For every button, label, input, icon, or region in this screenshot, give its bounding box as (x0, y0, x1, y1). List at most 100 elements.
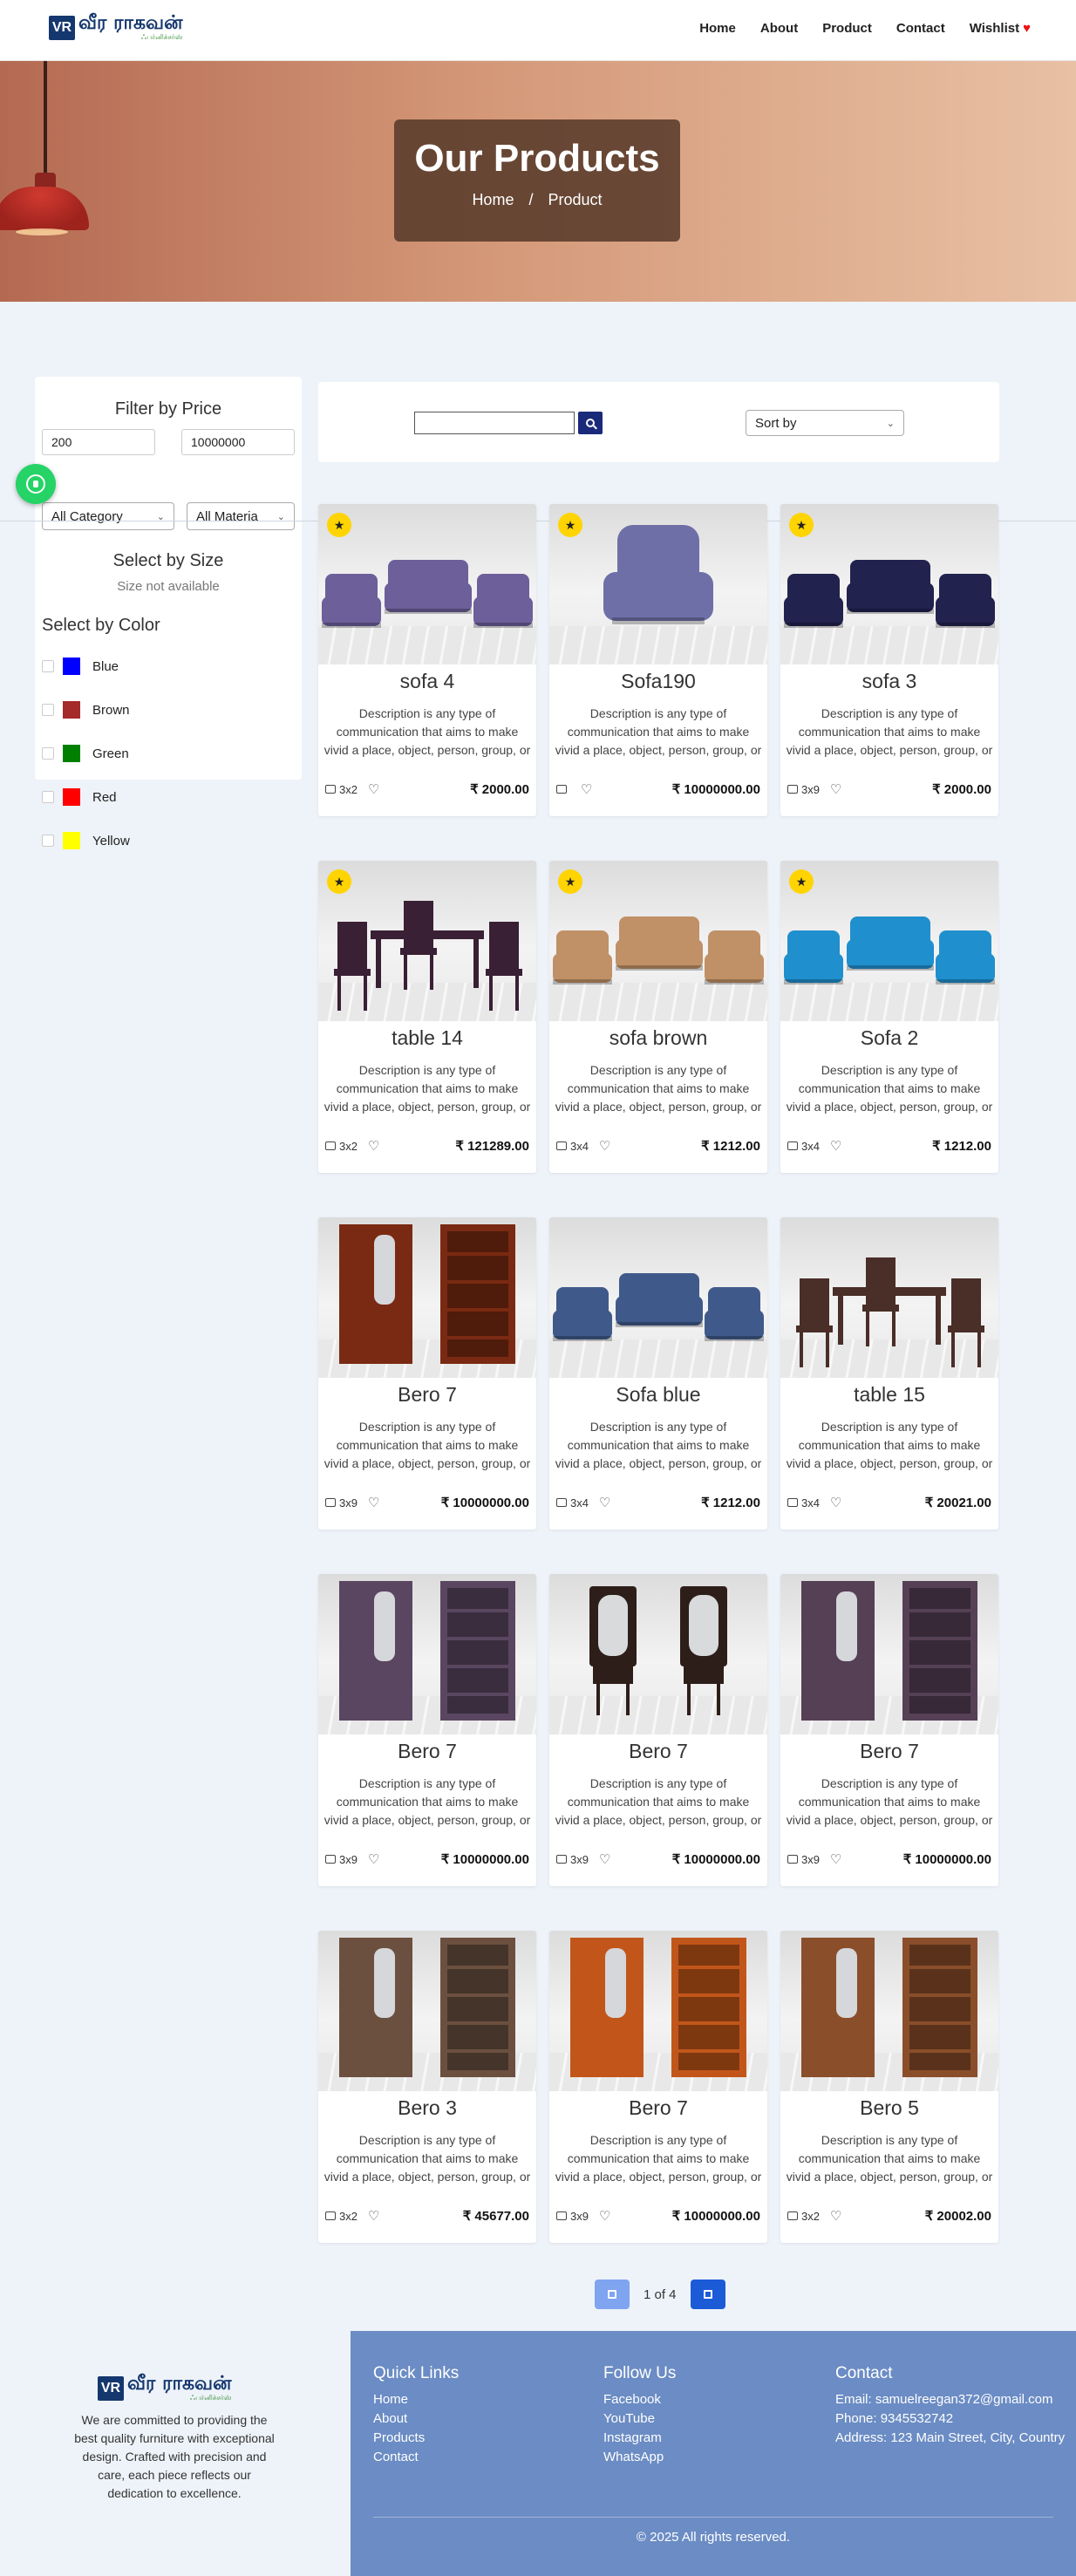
prev-page-button[interactable] (595, 2280, 630, 2309)
sort-select[interactable]: Sort by ⌄ (746, 410, 904, 436)
wishlist-heart-icon[interactable]: ♡ (368, 2208, 379, 2224)
wishlist-heart-icon[interactable]: ♡ (599, 1495, 610, 1510)
footer-link-products[interactable]: Products (373, 2429, 459, 2448)
product-card[interactable]: ★ table 14 Description is any type of comm… (318, 861, 536, 1173)
footer-link-home[interactable]: Home (373, 2390, 459, 2409)
color-checkbox[interactable] (42, 835, 54, 847)
wishlist-heart-icon[interactable]: ♡ (581, 781, 592, 797)
wishlist-heart-icon[interactable]: ♡ (830, 781, 841, 797)
page-title: Our Products (414, 137, 660, 180)
product-name[interactable]: sofa 4 (318, 670, 536, 696)
product-image[interactable] (318, 1931, 536, 2091)
product-image[interactable]: ★ (549, 504, 767, 664)
footer-link-whatsapp[interactable]: WhatsApp (603, 2448, 676, 2467)
color-checkbox[interactable] (42, 747, 54, 760)
product-name[interactable]: Sofa190 (549, 670, 767, 696)
product-name[interactable]: Sofa 2 (780, 1026, 998, 1053)
product-name[interactable]: Bero 7 (780, 1740, 998, 1766)
price-min-input[interactable] (42, 429, 155, 455)
footer-link-instagram[interactable]: Instagram (603, 2429, 676, 2448)
product-image[interactable]: ★ (780, 504, 998, 664)
product-image[interactable] (318, 1574, 536, 1734)
wishlist-heart-icon[interactable]: ♡ (830, 1138, 841, 1154)
nav-product[interactable]: Product (822, 21, 872, 36)
category-select[interactable]: All Category ⌄ (42, 502, 174, 530)
product-name[interactable]: Bero 7 (549, 1740, 767, 1766)
footer-logo[interactable]: VR வீர ராகவன் ஃபர்னிச்சர்ஸ் (98, 2375, 231, 2402)
search-input[interactable] (414, 412, 575, 434)
color-option-red[interactable]: Red (42, 787, 176, 808)
product-image[interactable]: ★ (318, 504, 536, 664)
wishlist-heart-icon[interactable]: ♡ (368, 1495, 379, 1510)
footer-link-about[interactable]: About (373, 2409, 459, 2429)
product-image[interactable]: ★ (780, 861, 998, 1021)
product-image[interactable] (780, 1931, 998, 2091)
footer-link-youtube[interactable]: YouTube (603, 2409, 676, 2429)
nav-wishlist[interactable]: Wishlist ♥ (970, 21, 1031, 36)
color-option-brown[interactable]: Brown (42, 699, 176, 720)
product-card[interactable]: Bero 7 Description is any type of communi… (318, 1574, 536, 1886)
product-image[interactable]: ★ (549, 861, 767, 1021)
material-select[interactable]: All Materia ⌄ (187, 502, 295, 530)
product-image[interactable] (780, 1574, 998, 1734)
product-card[interactable]: Sofa blue Description is any type of comm… (549, 1217, 767, 1530)
price-max-input[interactable] (181, 429, 295, 455)
wishlist-heart-icon[interactable]: ♡ (830, 2208, 841, 2224)
product-name[interactable]: Bero 3 (318, 2096, 536, 2123)
product-price: ₹ 1212.00 (701, 1496, 760, 1510)
product-card[interactable]: Bero 5 Description is any type of communi… (780, 1931, 998, 2243)
search-button[interactable] (578, 412, 603, 434)
nav-about[interactable]: About (760, 21, 798, 36)
wishlist-heart-icon[interactable]: ♡ (368, 781, 379, 797)
color-option-blue[interactable]: Blue (42, 656, 176, 677)
breadcrumb-home[interactable]: Home (472, 191, 514, 208)
wishlist-heart-icon[interactable]: ♡ (830, 1495, 841, 1510)
product-card[interactable]: table 15 Description is any type of commu… (780, 1217, 998, 1530)
color-option-yellow[interactable]: Yellow (42, 830, 176, 851)
nav-contact[interactable]: Contact (896, 21, 945, 36)
product-price: ₹ 2000.00 (470, 782, 529, 797)
product-card[interactable]: Bero 7 Description is any type of communi… (780, 1574, 998, 1886)
whatsapp-button[interactable] (16, 464, 56, 504)
nav-home[interactable]: Home (699, 21, 736, 36)
product-name[interactable]: table 14 (318, 1026, 536, 1053)
product-name[interactable]: sofa 3 (780, 670, 998, 696)
product-card[interactable]: Bero 7 Description is any type of communi… (549, 1574, 767, 1886)
color-checkbox[interactable] (42, 660, 54, 672)
product-name[interactable]: table 15 (780, 1383, 998, 1409)
product-meta: 3x4 ♡ ₹ 1212.00 (556, 1138, 760, 1154)
product-card[interactable]: ★ Sofa 2 Description is any type of commun… (780, 861, 998, 1173)
footer-link-facebook[interactable]: Facebook (603, 2390, 676, 2409)
product-image[interactable] (549, 1931, 767, 2091)
color-option-green[interactable]: Green (42, 743, 176, 764)
wishlist-heart-icon[interactable]: ♡ (599, 1851, 610, 1867)
product-image[interactable] (549, 1217, 767, 1378)
product-name[interactable]: Bero 7 (318, 1740, 536, 1766)
product-image[interactable]: ★ (318, 861, 536, 1021)
product-image[interactable] (549, 1574, 767, 1734)
product-image[interactable] (318, 1217, 536, 1378)
product-name[interactable]: Sofa blue (549, 1383, 767, 1409)
wishlist-heart-icon[interactable]: ♡ (830, 1851, 841, 1867)
color-checkbox[interactable] (42, 791, 54, 803)
product-card[interactable]: ★ sofa 4 Description is any type of commun… (318, 504, 536, 816)
product-card[interactable]: ★ sofa 3 Description is any type of commun… (780, 504, 998, 816)
product-card[interactable]: Bero 7 Description is any type of communi… (549, 1931, 767, 2243)
next-page-button[interactable] (690, 2280, 725, 2309)
product-image[interactable] (780, 1217, 998, 1378)
product-card[interactable]: Bero 3 Description is any type of communi… (318, 1931, 536, 2243)
wishlist-heart-icon[interactable]: ♡ (368, 1138, 379, 1154)
wishlist-heart-icon[interactable]: ♡ (599, 2208, 610, 2224)
product-card[interactable]: Bero 7 Description is any type of communi… (318, 1217, 536, 1530)
product-card[interactable]: ★ sofa brown Description is any type of co… (549, 861, 767, 1173)
product-name[interactable]: Bero 5 (780, 2096, 998, 2123)
color-checkbox[interactable] (42, 704, 54, 716)
wishlist-heart-icon[interactable]: ♡ (599, 1138, 610, 1154)
product-name[interactable]: Bero 7 (318, 1383, 536, 1409)
wishlist-heart-icon[interactable]: ♡ (368, 1851, 379, 1867)
footer-link-contact[interactable]: Contact (373, 2448, 459, 2467)
product-name[interactable]: sofa brown (549, 1026, 767, 1053)
product-name[interactable]: Bero 7 (549, 2096, 767, 2123)
brand-logo[interactable]: VR வீர ராகவன் ஃபர்னிச்சர்ஸ் (49, 14, 182, 41)
product-card[interactable]: ★ Sofa190 Description is any type of commu… (549, 504, 767, 816)
